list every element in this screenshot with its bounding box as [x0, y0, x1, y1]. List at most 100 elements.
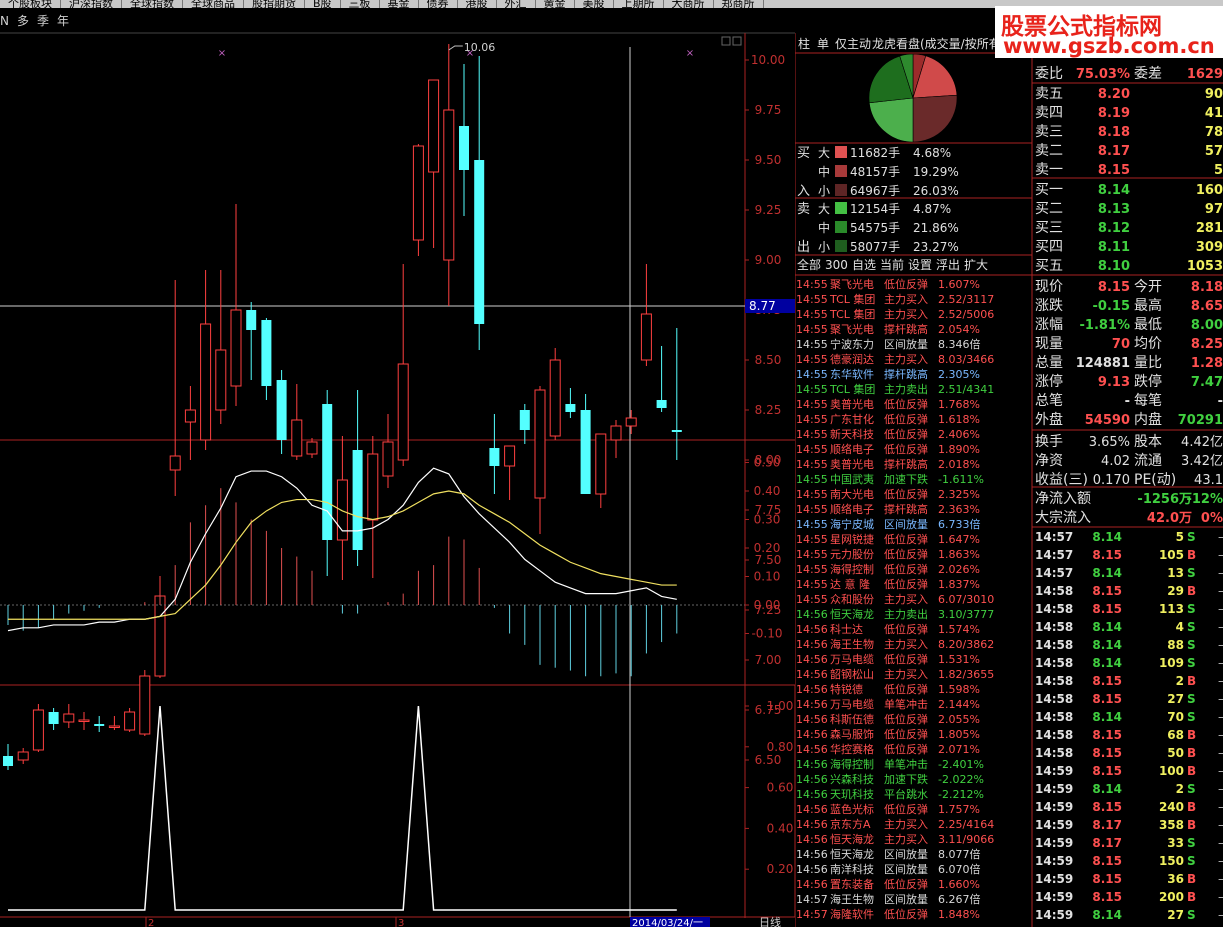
- alert-value: 2.325%: [938, 488, 980, 501]
- alert-row[interactable]: 14:55 达 意 隆低位反弹 1.837%: [796, 577, 980, 591]
- tick-price: 8.15: [1092, 728, 1122, 742]
- mid-tab-1[interactable]: 单: [817, 37, 829, 51]
- chart-restore-icon[interactable]: [732, 36, 742, 46]
- alert-row[interactable]: 14:56 华控赛格 低位反弹 2.071%: [796, 742, 980, 756]
- tick-time: 14:58: [1035, 710, 1073, 724]
- quote-value-2: 8.25: [1191, 337, 1223, 352]
- ask-label: 卖五: [1035, 86, 1063, 102]
- alert-row[interactable]: 14:55 顺络电子 撑杆跳高 2.363%: [796, 502, 980, 516]
- alert-time: 14:56: [796, 728, 828, 741]
- tick-side: B: [1187, 890, 1196, 904]
- alert-row[interactable]: 14:55 新天科技 低位反弹 2.406%: [796, 427, 980, 441]
- alert-row[interactable]: 14:56 科斯伍德 低位反弹 2.055%: [796, 712, 980, 726]
- filter-tab-6[interactable]: 扩大: [964, 258, 988, 272]
- filter-tab-4[interactable]: 设置: [908, 258, 932, 272]
- alert-time: 14:55: [796, 308, 828, 321]
- alert-row[interactable]: 14:57 海隆软件 低位反弹 1.848%: [796, 907, 980, 921]
- tick-vol: 29: [1167, 584, 1184, 598]
- fund-label-2: 股本: [1134, 434, 1162, 450]
- alert-row[interactable]: 14:56 恒天海龙 区间放量 8.077倍: [796, 847, 981, 861]
- alert-action: 低位反弹: [884, 802, 928, 816]
- filter-tab-2[interactable]: 自选: [852, 258, 876, 272]
- alert-action: 主力买入: [884, 638, 928, 651]
- alert-row[interactable]: 14:55 众和股份 主力买入 6.07/3010: [796, 593, 994, 606]
- alert-row[interactable]: 14:56 科士达 低位反弹 1.574%: [796, 622, 980, 636]
- alert-row[interactable]: 14:55 奥普光电 撑杆跳高 2.018%: [796, 457, 980, 471]
- alert-row[interactable]: 14:56 万马电缆 单笔冲击 2.144%: [796, 697, 980, 711]
- mid-tab-3[interactable]: 龙虎看盘(成交量/按所有: [872, 36, 1001, 51]
- alert-stock: 天玑科技: [830, 787, 874, 801]
- alert-row[interactable]: 14:56 韶钢松山 主力买入 1.82/3655: [796, 667, 994, 681]
- filter-tab-5[interactable]: 浮出: [936, 258, 960, 272]
- mid-tab-2[interactable]: 仅主动: [835, 37, 871, 51]
- alert-row[interactable]: 14:56 海王生物 主力买入 8.20/3862: [796, 637, 994, 651]
- alert-row[interactable]: 14:56 置东装备 低位反弹 1.660%: [796, 877, 980, 891]
- alert-row[interactable]: 14:55 TCL 集团 主力卖出 2.51/4341: [796, 382, 994, 396]
- alert-action: 低位反弹: [884, 442, 928, 456]
- alert-time: 14:55: [796, 278, 828, 291]
- alert-row[interactable]: 14:55 海宁皮城 区间放量 6.733倍: [796, 517, 981, 531]
- alert-row[interactable]: 14:55 聚飞光电 低位反弹 1.607%: [796, 277, 980, 291]
- alert-row[interactable]: 14:56 南洋科技 区间放量 6.070倍: [796, 862, 981, 876]
- alert-row[interactable]: 14:56 万马电缆 低位反弹 1.531%: [796, 652, 980, 666]
- alert-row[interactable]: 14:55 德豪润达 主力买入 8.03/3466: [796, 352, 994, 366]
- alert-row[interactable]: 14:55 TCL 集团 主力买入 2.52/5006: [796, 307, 994, 321]
- candle: [336, 436, 348, 580]
- alert-row[interactable]: 14:55 广东甘化 低位反弹 1.618%: [796, 412, 980, 426]
- alert-action: 低位反弹: [884, 712, 928, 726]
- alert-value: 2.071%: [938, 743, 980, 756]
- tick-price: 8.15: [1092, 692, 1122, 706]
- alert-action: 区间放量: [884, 337, 928, 351]
- bid-label: 买三: [1035, 220, 1063, 236]
- alert-time: 14:55: [796, 518, 828, 531]
- alert-row[interactable]: 14:55 中国武夷 加速下跌 -1.611%: [796, 472, 984, 486]
- alert-row[interactable]: 14:56 京东方A 主力买入 2.25/4164: [796, 817, 994, 831]
- quote-label: 总量: [1035, 355, 1063, 371]
- alert-row[interactable]: 14:56 恒天海龙 主力卖出 3.10/3777: [796, 607, 994, 621]
- alert-stock: 特锐德: [830, 682, 863, 696]
- macd-tick-label: 0.40: [754, 484, 781, 498]
- quote-label-2: 跌停: [1134, 373, 1162, 390]
- alert-row[interactable]: 14:55 奥普光电 低位反弹 1.768%: [796, 397, 980, 411]
- candle: [3, 744, 13, 770]
- chart-option-icon[interactable]: [721, 36, 731, 46]
- tick-dash: –: [1218, 836, 1223, 850]
- tick-dash: –: [1218, 674, 1223, 688]
- alert-row[interactable]: 14:57 海王生物 区间放量 6.267倍: [796, 892, 981, 906]
- alert-row[interactable]: 14:56 天玑科技 平台跳水 -2.212%: [796, 787, 984, 801]
- alert-row[interactable]: 14:55 海得控制 低位反弹 2.026%: [796, 562, 980, 576]
- sell-row-size: 小: [818, 240, 830, 254]
- filter-tab-1[interactable]: 300: [825, 258, 848, 272]
- alert-row[interactable]: 14:56 特锐德 低位反弹 1.598%: [796, 682, 980, 696]
- sell-row-pct: 21.86%: [913, 221, 959, 235]
- alert-row[interactable]: 14:55 宁波东力 区间放量 8.346倍: [796, 337, 981, 351]
- tick-side: B: [1187, 674, 1196, 688]
- alert-stock: 海得控制: [830, 757, 874, 771]
- ask-vol: 90: [1205, 87, 1223, 102]
- alert-action: 主力买入: [884, 353, 928, 366]
- alert-row[interactable]: 14:56 兴森科技 加速下跌 -2.022%: [796, 772, 984, 786]
- alert-row[interactable]: 14:55 TCL 集团 主力买入 2.52/3117: [796, 292, 994, 306]
- alert-row[interactable]: 14:55 星网锐捷 低位反弹 1.647%: [796, 532, 980, 546]
- alert-row[interactable]: 14:55 元力股份 低位反弹 1.863%: [796, 547, 980, 561]
- quote-label: 涨停: [1035, 373, 1063, 390]
- alert-row[interactable]: 14:55 顺络电子 低位反弹 1.890%: [796, 442, 980, 456]
- filter-tab-3[interactable]: 当前: [880, 257, 904, 272]
- mid-tab-0[interactable]: 柱: [798, 36, 810, 51]
- alert-row[interactable]: 14:56 蓝色光标 低位反弹 1.757%: [796, 802, 980, 816]
- price-tick-label: 7.00: [755, 653, 782, 667]
- alert-row[interactable]: 14:56 森马服饰 低位反弹 1.805%: [796, 727, 980, 741]
- alert-row[interactable]: 14:55 聚飞光电 撑杆跳高 2.054%: [796, 322, 980, 336]
- tick-vol: 50: [1167, 746, 1184, 760]
- alert-row[interactable]: 14:56 恒天海龙 主力买入 3.11/9066: [796, 832, 994, 846]
- sell-row-swatch: [835, 240, 847, 252]
- signal-tick-label: 0.60: [767, 781, 794, 795]
- alert-value: -1.611%: [938, 473, 984, 486]
- tick-side: S: [1187, 602, 1196, 616]
- alert-row[interactable]: 14:55 东华软件 撑杆跳高 2.305%: [796, 367, 980, 381]
- alert-row[interactable]: 14:56 海得控制 单笔冲击 -2.401%: [796, 757, 984, 771]
- alert-value: 1.863%: [938, 548, 980, 561]
- filter-tab-0[interactable]: 全部: [797, 257, 821, 272]
- alert-row[interactable]: 14:55 南大光电 低位反弹 2.325%: [796, 487, 980, 501]
- tick-dash: –: [1218, 746, 1223, 760]
